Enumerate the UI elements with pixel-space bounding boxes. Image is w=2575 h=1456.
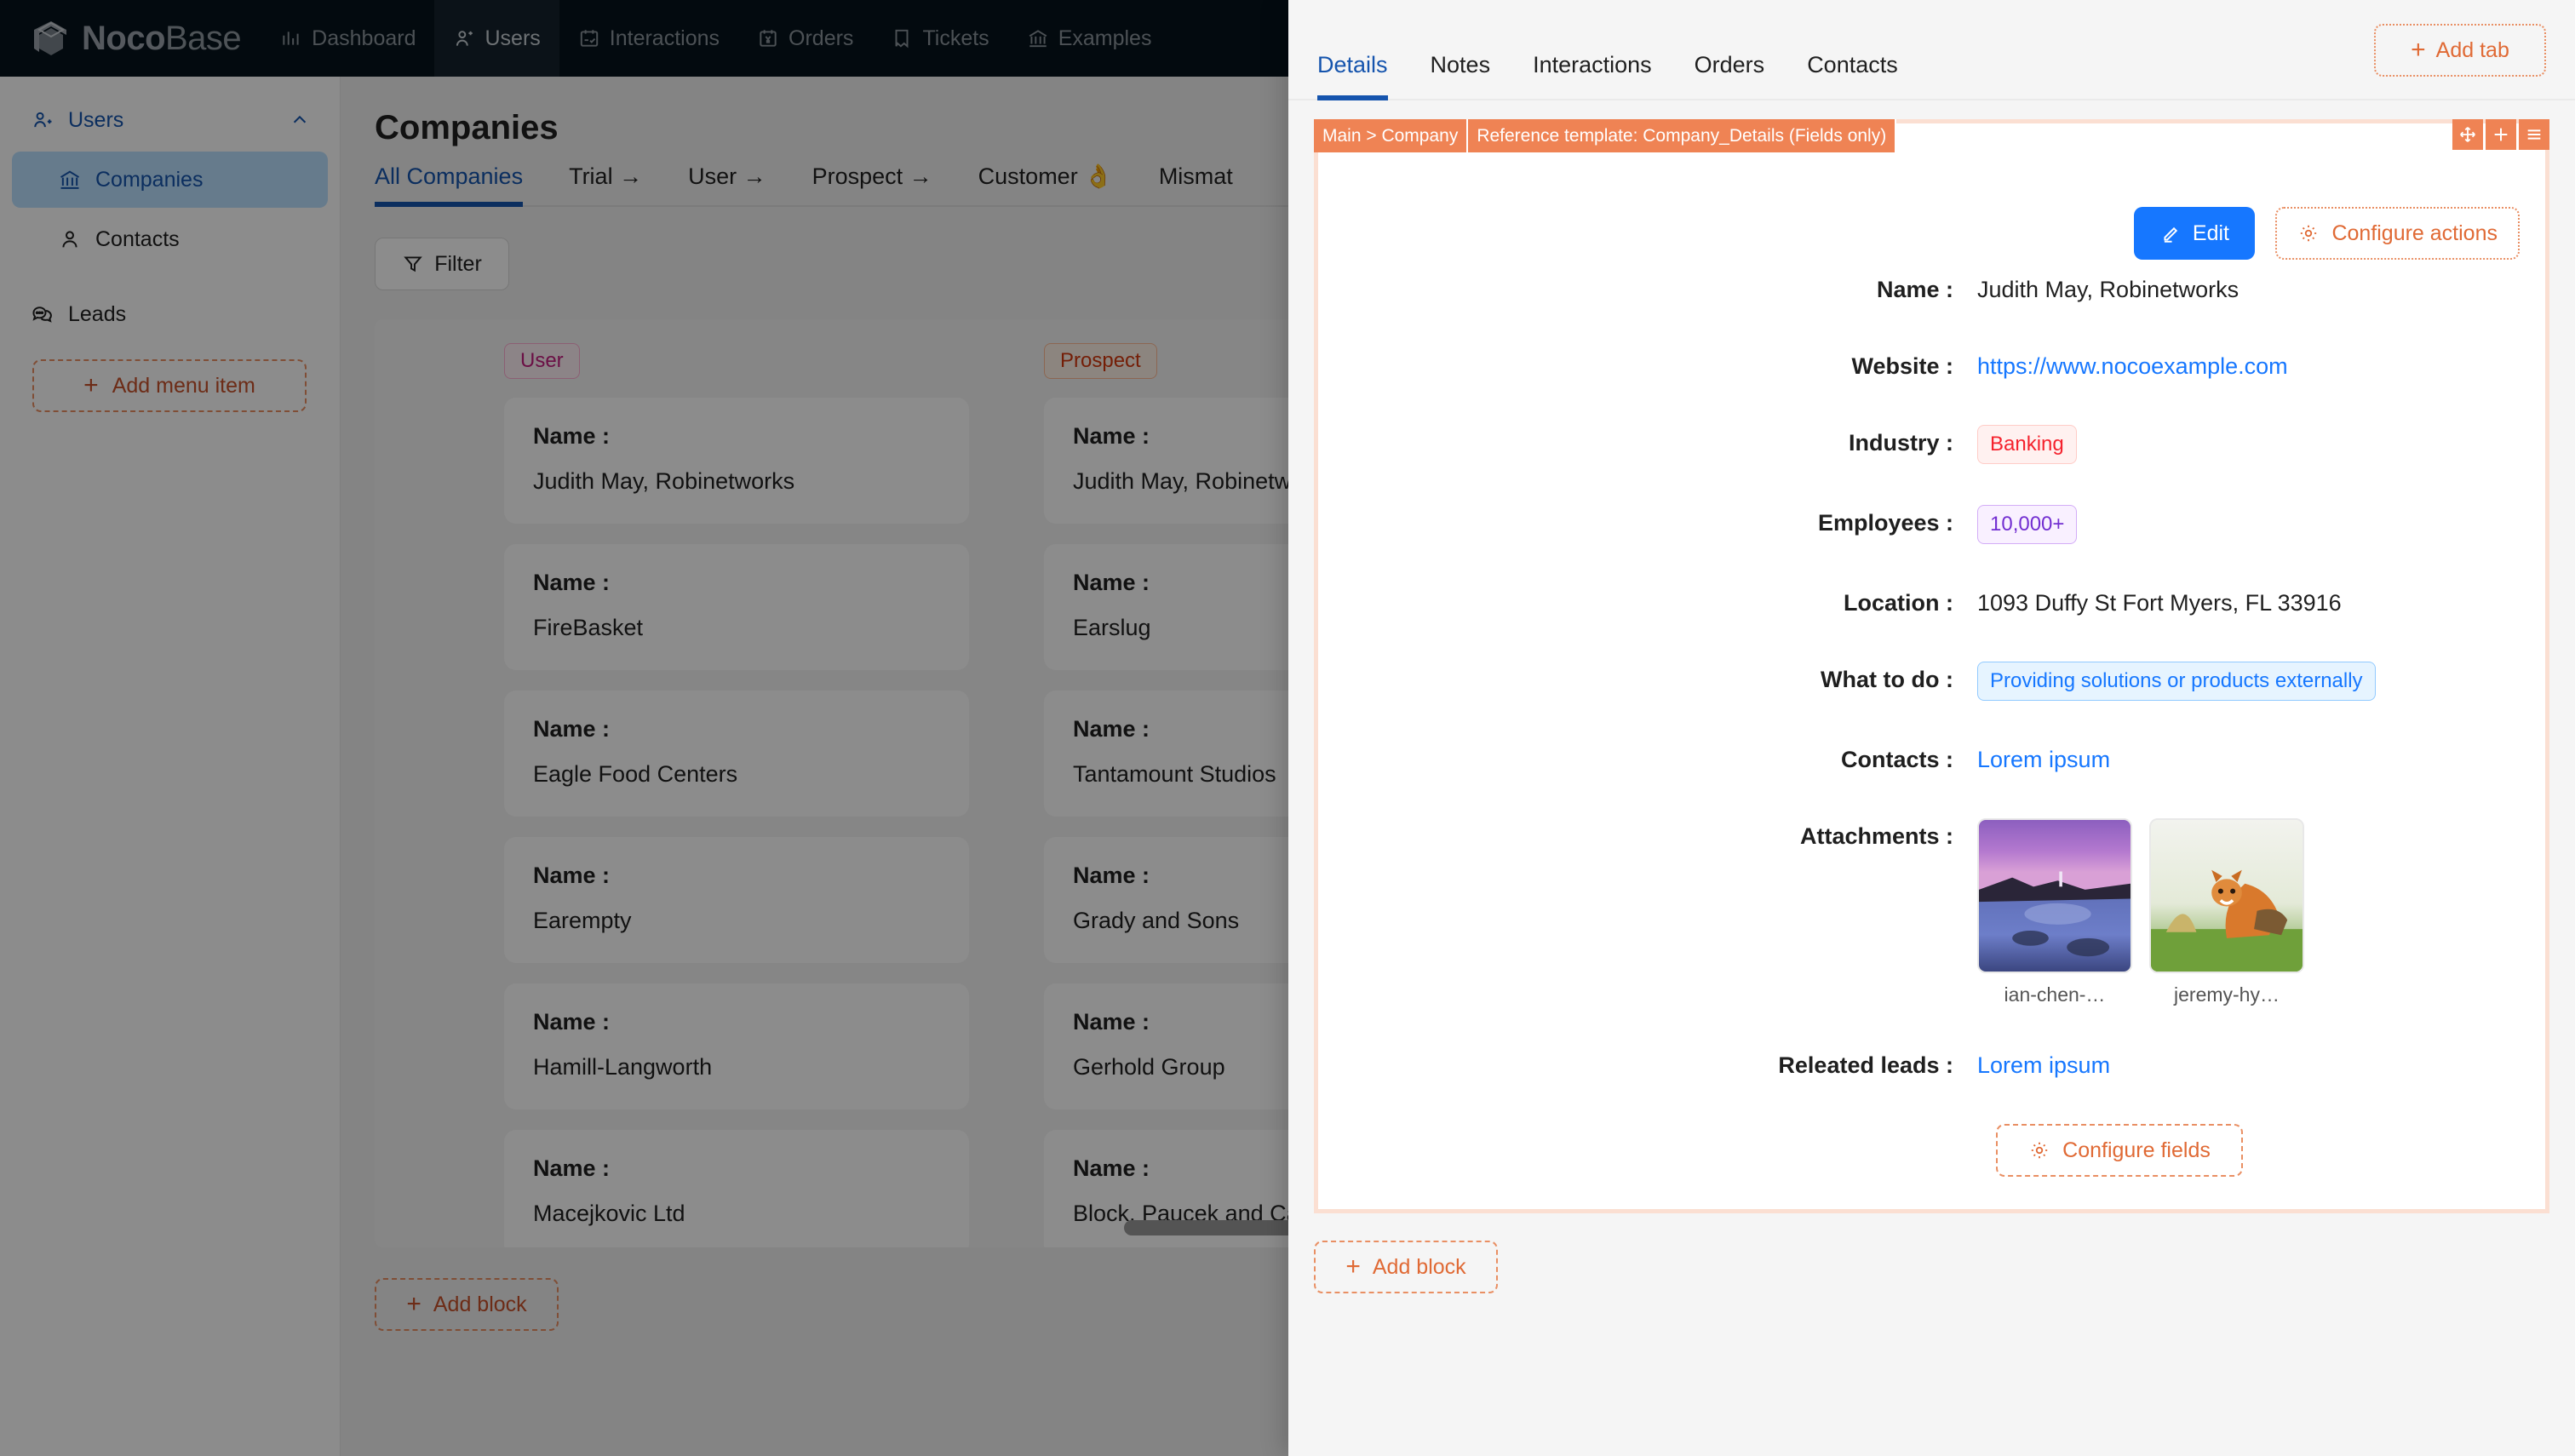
attachment-caption: ian-chen-… (1977, 983, 2132, 1006)
fox-thumbnail-image[interactable] (2149, 818, 2304, 973)
field-label: Contacts : (1318, 742, 1965, 777)
configure-actions-button[interactable]: Configure actions (2275, 207, 2520, 260)
drag-move-icon[interactable] (2452, 119, 2483, 150)
drawer-tab-interactions[interactable]: Interactions (1533, 52, 1652, 99)
field-row-attachments: Attachments : (1318, 818, 2545, 1006)
block-action-bar: Edit Configure actions (2134, 207, 2520, 260)
attachment-list: ian-chen-… (1965, 818, 2304, 1006)
field-row-employees: Employees : 10,000+ (1318, 505, 2545, 544)
what-to-do-tag: Providing solutions or products external… (1977, 662, 2376, 701)
gear-icon (2028, 1139, 2050, 1161)
industry-tag: Banking (1977, 425, 2077, 464)
attachment-caption: jeremy-hy… (2149, 983, 2304, 1006)
field-row-name: Name : Judith May, Robinetworks (1318, 272, 2545, 307)
breadcrumb-main-company[interactable]: Main > Company (1314, 119, 1468, 152)
field-label: What to do : (1318, 662, 1965, 697)
plus-icon[interactable] (2486, 119, 2516, 150)
configure-actions-label: Configure actions (2331, 221, 2498, 246)
configure-fields-button[interactable]: Configure fields (1996, 1124, 2243, 1177)
configure-fields-label: Configure fields (2062, 1138, 2211, 1163)
field-row-location: Location : 1093 Duffy St Fort Myers, FL … (1318, 585, 2545, 621)
field-value-name: Judith May, Robinetworks (1965, 272, 2239, 307)
edit-label: Edit (2193, 221, 2229, 246)
drawer-tab-bar: Details Notes Interactions Orders Contac… (1288, 0, 2575, 100)
field-value-contacts-link[interactable]: Lorem ipsum (1965, 742, 2110, 777)
add-block-button-drawer[interactable]: + Add block (1314, 1241, 1498, 1293)
employees-tag: 10,000+ (1977, 505, 2077, 544)
breadcrumb-reference-template[interactable]: Reference template: Company_Details (Fie… (1468, 119, 1896, 152)
drawer-dim-overlay[interactable] (0, 0, 1288, 1456)
drawer-tab-notes[interactable]: Notes (1431, 52, 1491, 99)
drawer-tab-contacts[interactable]: Contacts (1807, 52, 1898, 99)
menu-icon[interactable] (2519, 119, 2549, 150)
add-block-label: Add block (1373, 1255, 1466, 1280)
seascape-thumbnail-image[interactable] (1977, 818, 2132, 973)
drawer-tab-details[interactable]: Details (1317, 52, 1388, 99)
attachment-item[interactable]: jeremy-hy… (2149, 818, 2304, 1006)
field-label: Releated leads : (1318, 1047, 1965, 1083)
field-value-website-link[interactable]: https://www.nocoexample.com (1965, 348, 2288, 384)
gear-icon (2297, 222, 2320, 244)
field-row-website: Website : https://www.nocoexample.com (1318, 348, 2545, 384)
field-label: Industry : (1318, 425, 1965, 461)
pencil-icon (2160, 222, 2182, 244)
plus-icon: + (2411, 37, 2426, 63)
plus-icon: + (1345, 1254, 1361, 1280)
field-row-what-to-do: What to do : Providing solutions or prod… (1318, 662, 2545, 701)
block-toolbar (2452, 119, 2549, 150)
record-drawer: Details Notes Interactions Orders Contac… (1288, 0, 2575, 1456)
field-value-location: 1093 Duffy St Fort Myers, FL 33916 (1965, 585, 2342, 621)
field-row-releated-leads: Releated leads : Lorem ipsum (1318, 1047, 2545, 1083)
edit-button[interactable]: Edit (2134, 207, 2255, 260)
field-label: Location : (1318, 585, 1965, 621)
attachment-item[interactable]: ian-chen-… (1977, 818, 2132, 1006)
add-tab-button[interactable]: + Add tab (2374, 24, 2546, 77)
field-value-releated-leads-link[interactable]: Lorem ipsum (1965, 1047, 2110, 1083)
field-row-contacts: Contacts : Lorem ipsum (1318, 742, 2545, 777)
field-label: Employees : (1318, 505, 1965, 541)
breadcrumb: Main > Company Reference template: Compa… (1314, 119, 1896, 152)
drawer-tab-orders[interactable]: Orders (1695, 52, 1765, 99)
field-label: Attachments : (1318, 818, 1965, 854)
details-fields: Name : Judith May, Robinetworks Website … (1318, 272, 2545, 1177)
field-row-industry: Industry : Banking (1318, 425, 2545, 464)
field-label: Name : (1318, 272, 1965, 307)
field-label: Website : (1318, 348, 1965, 384)
add-tab-label: Add tab (2436, 38, 2509, 63)
details-block: Main > Company Reference template: Compa… (1314, 119, 2549, 1213)
